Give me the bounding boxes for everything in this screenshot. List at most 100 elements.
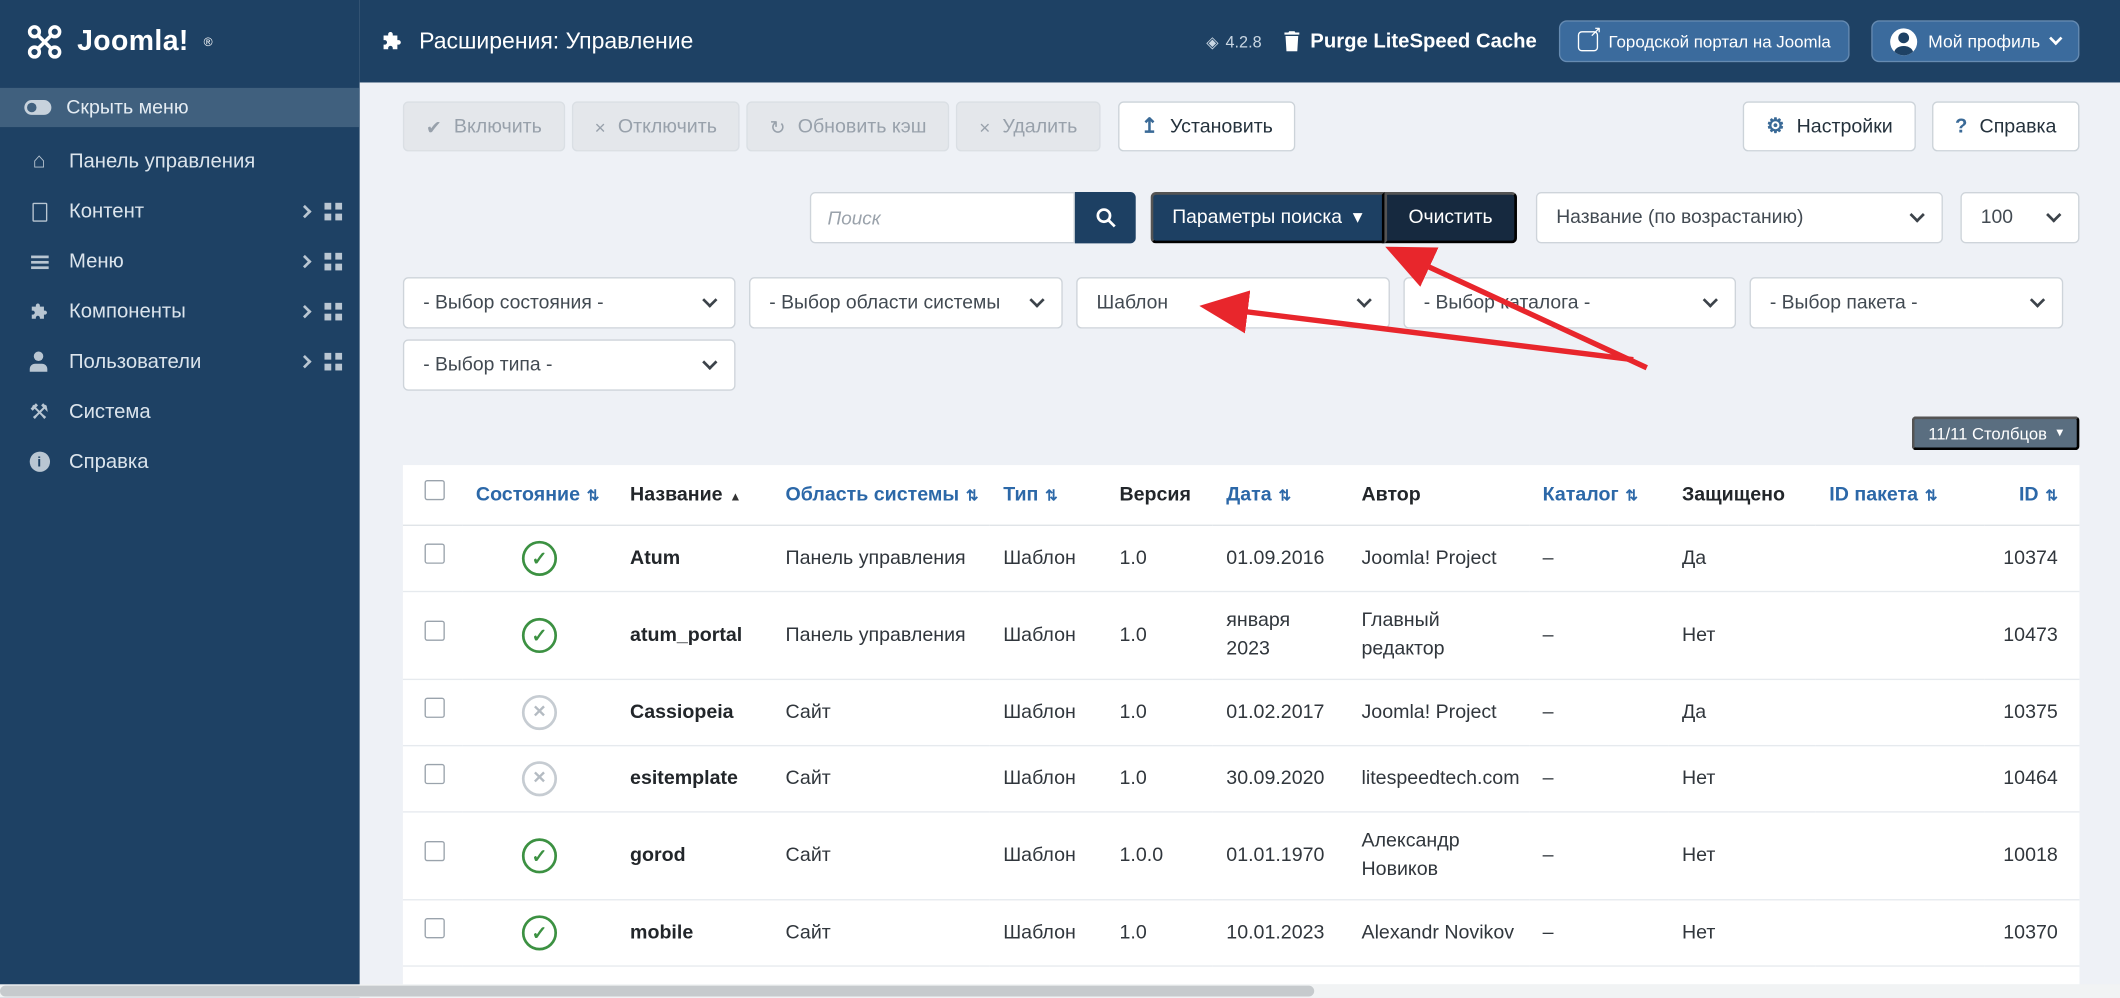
column-header-7[interactable]: Каталог ⇅	[1529, 465, 1668, 525]
registered-mark: ®	[203, 34, 213, 48]
sidebar-item-users[interactable]: Пользователи	[0, 337, 360, 387]
author-cell: Главный редактор	[1361, 609, 1445, 660]
author-cell: litespeedtech.com	[1361, 767, 1520, 789]
row-checkbox[interactable]	[424, 620, 445, 641]
state-filter-select[interactable]: - Выбор состояния -	[402, 277, 736, 329]
client-filter-value: - Выбор области системы	[769, 292, 1001, 314]
extension-type-filter-value: - Выбор типа -	[423, 354, 553, 376]
sort-icon: ⇅	[1924, 487, 1938, 504]
type-cell: Шаблон	[1003, 623, 1076, 646]
puzzle-icon	[383, 32, 401, 50]
package-filter-select[interactable]: - Выбор пакета -	[1749, 277, 2064, 329]
sidebar-item-help[interactable]: Справка	[0, 437, 360, 487]
client-cell: Сайт	[785, 844, 831, 867]
filter-selects-row-2: - Выбор типа -	[402, 339, 2080, 391]
id-cell: 10018	[2003, 844, 2058, 867]
folder-filter-select[interactable]: - Выбор каталога -	[1403, 277, 1737, 329]
sidebar-item-menus[interactable]: Меню	[0, 237, 360, 287]
column-header-1[interactable]: Название ▲	[617, 465, 772, 525]
row-checkbox[interactable]	[424, 697, 445, 718]
status-icon[interactable]: ×	[521, 761, 558, 797]
status-icon[interactable]: ✓	[521, 617, 558, 654]
sidebar-item-dashboard[interactable]: ⌂ Панель управления	[0, 137, 360, 187]
help-button[interactable]: ? Справка	[1931, 101, 2080, 152]
date-cell: 30.09.2020	[1226, 767, 1325, 789]
column-label: Тип	[1003, 483, 1039, 505]
chevron-down-icon	[2046, 207, 2062, 223]
sidebar-item-system[interactable]: ⚒ Система	[0, 387, 360, 437]
disable-label: Отключить	[617, 115, 717, 138]
options-button[interactable]: ⚙ Настройки	[1743, 101, 1916, 152]
sidebar-item-hide-menu[interactable]: Скрыть меню	[0, 87, 360, 128]
sidebar-item-components[interactable]: Компоненты	[0, 287, 360, 337]
upload-icon: ↥	[1140, 114, 1158, 138]
refresh-cache-button[interactable]: ↻ Обновить кэш	[746, 101, 950, 152]
search-tools-button[interactable]: Параметры поиска ▾	[1150, 191, 1385, 244]
grid-icon[interactable]	[324, 302, 332, 310]
preview-site-button[interactable]: Городской портал на Joomla	[1558, 20, 1850, 63]
row-checkbox[interactable]	[424, 918, 445, 939]
extensions-table-wrap: Состояние ⇅ Название ▲ Область системы ⇅ Тип ⇅ В…	[402, 465, 2080, 985]
topbar: Расширения: Управление ◈ 4.2.8 Purge Lit…	[359, 0, 2120, 83]
row-checkbox[interactable]	[424, 841, 445, 862]
enable-button[interactable]: ✔ Включить	[402, 101, 565, 152]
page-title: Расширения: Управление	[419, 27, 694, 54]
filter-selects-row-1: - Выбор состояния - - Выбор области сист…	[402, 277, 2080, 329]
client-filter-select[interactable]: - Выбор области системы	[749, 277, 1063, 329]
type-filter-value: Шаблон	[1096, 292, 1169, 314]
sidebar-item-label: Панель управления	[68, 150, 256, 174]
folder-cell: –	[1542, 921, 1554, 944]
sidebar-item-content[interactable]: Контент	[0, 187, 360, 237]
profile-label: Мой профиль	[1928, 31, 2041, 52]
trash-icon	[1284, 31, 1300, 52]
columns-toggle-button[interactable]: 11/11 Столбцов ▾	[1911, 416, 2080, 451]
topbar-right: ◈ 4.2.8 Purge LiteSpeed Cache Городской …	[1206, 20, 2080, 63]
column-header-10[interactable]: ID ⇅	[1985, 465, 2080, 525]
sort-icon: ⇅	[1625, 487, 1638, 504]
search-button[interactable]	[1074, 191, 1136, 244]
column-header-0[interactable]: Состояние ⇅	[462, 465, 616, 525]
row-checkbox[interactable]	[424, 763, 445, 785]
clear-button[interactable]: Очистить	[1384, 191, 1517, 244]
install-button[interactable]: ↥ Установить	[1117, 101, 1296, 152]
column-header-2[interactable]: Область системы ⇅	[772, 465, 990, 525]
protected-cell: Нет	[1681, 623, 1716, 646]
disable-button[interactable]: × Отключить	[571, 101, 740, 152]
type-filter-select[interactable]: Шаблон	[1076, 277, 1390, 329]
search-input[interactable]	[809, 191, 1075, 244]
column-header-3[interactable]: Тип ⇅	[990, 465, 1106, 525]
author-cell: Joomla! Project	[1361, 546, 1497, 569]
grid-icon[interactable]	[324, 202, 332, 210]
filter-bar: Параметры поиска ▾ Очистить Название (по…	[403, 191, 2080, 244]
refresh-icon: ↻	[769, 115, 786, 138]
purge-cache-button[interactable]: Purge LiteSpeed Cache	[1283, 30, 1537, 53]
column-header-8: Защищено	[1668, 465, 1815, 525]
client-cell: Сайт	[785, 921, 831, 944]
sort-select[interactable]: Название (по возрастанию)	[1535, 191, 1943, 244]
status-icon[interactable]: ✓	[521, 915, 558, 951]
search-icon	[1095, 208, 1116, 228]
delete-button[interactable]: × Удалить	[956, 101, 1101, 152]
id-cell: 10464	[2003, 767, 2058, 789]
horizontal-scrollbar-thumb[interactable]	[0, 985, 1315, 997]
grid-icon[interactable]	[324, 352, 332, 360]
protected-cell: Нет	[1681, 844, 1716, 867]
status-icon[interactable]: ✓	[521, 540, 558, 576]
grid-icon[interactable]	[324, 252, 332, 260]
row-checkbox-cell	[403, 592, 462, 680]
column-header-9[interactable]: ID пакета ⇅	[1816, 465, 1985, 525]
limit-select[interactable]: 100	[1960, 191, 2080, 244]
status-icon[interactable]: ×	[521, 695, 558, 731]
package-id-cell	[1816, 812, 1985, 900]
row-checkbox[interactable]	[424, 543, 445, 564]
users-icon	[24, 351, 54, 372]
protected-cell: Да	[1681, 701, 1707, 723]
status-icon[interactable]: ✓	[521, 838, 558, 874]
column-header-5[interactable]: Дата ⇅	[1213, 465, 1348, 525]
version-badge: ◈ 4.2.8	[1206, 32, 1261, 51]
date-cell: 01.09.2016	[1226, 546, 1325, 569]
extension-type-filter-select[interactable]: - Выбор типа -	[402, 339, 736, 391]
toolbar-right: ⚙ Настройки ? Справка	[1743, 101, 2080, 152]
profile-menu-button[interactable]: Мой профиль	[1871, 20, 2080, 63]
select-all-checkbox[interactable]	[424, 479, 445, 501]
